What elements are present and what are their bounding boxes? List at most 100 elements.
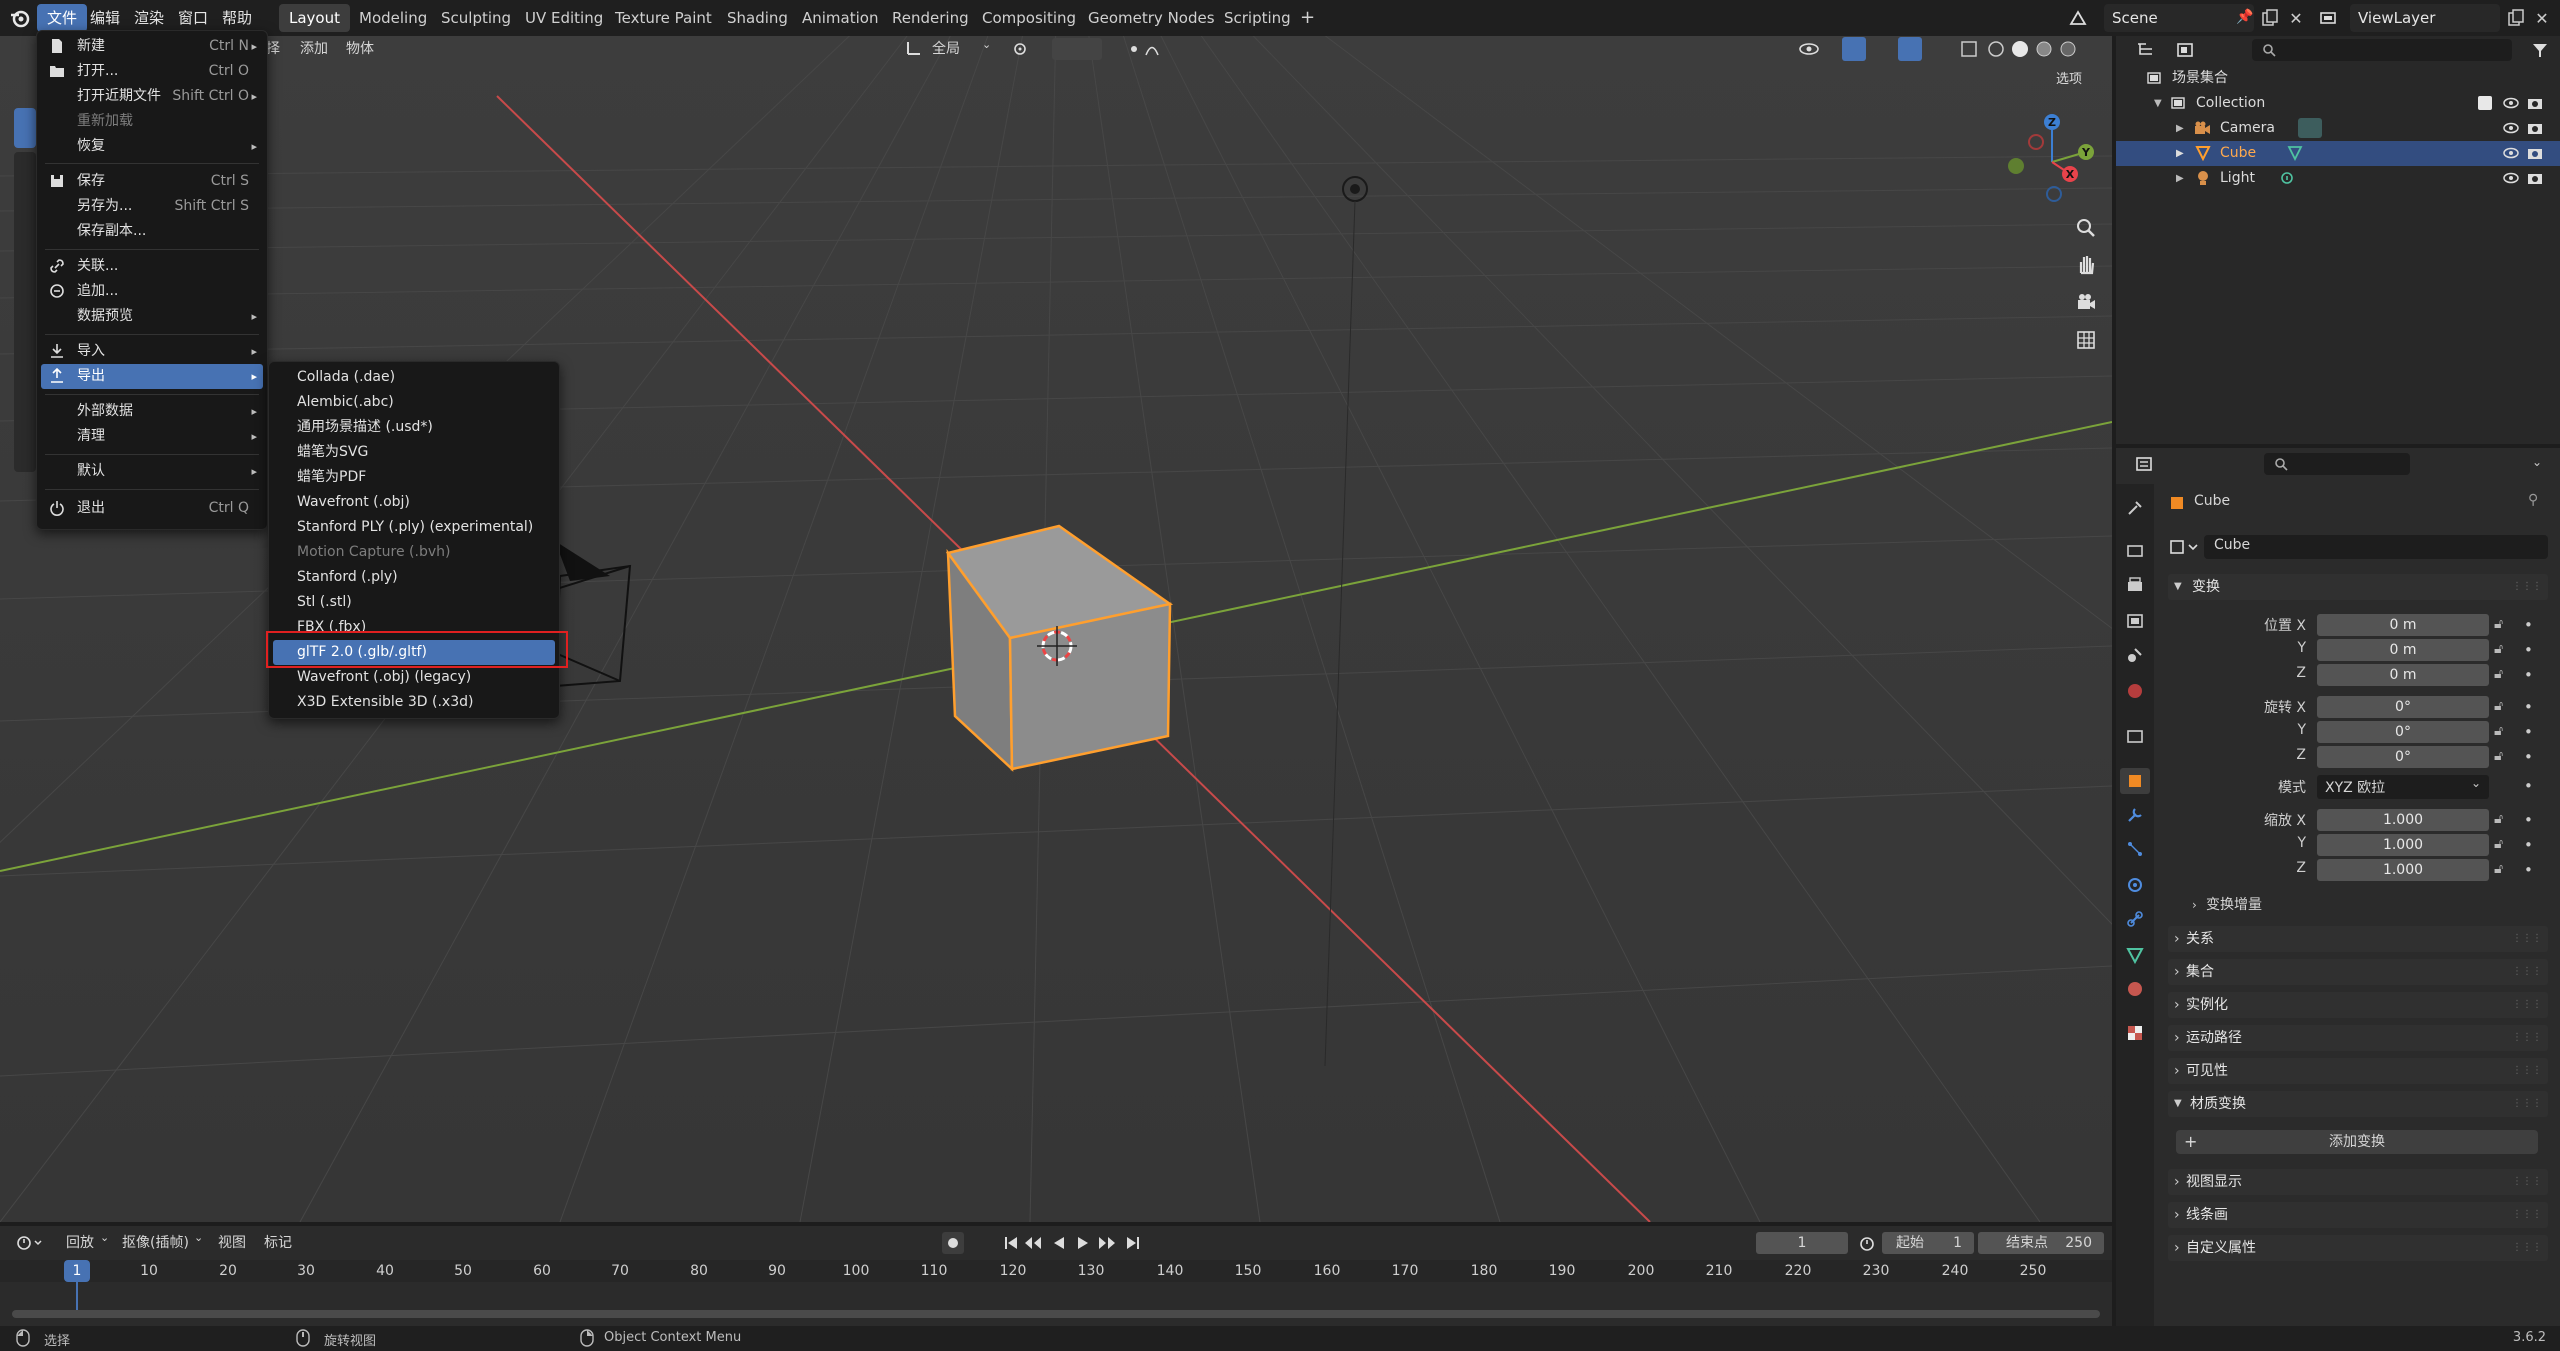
eye-icon[interactable] — [2502, 95, 2520, 111]
outliner-object-light[interactable]: ▶ Light — [2116, 166, 2560, 191]
view-layer-field[interactable]: ViewLayer — [2350, 4, 2500, 32]
drag-handle-icon[interactable]: ⋮⋮⋮ — [2512, 1235, 2542, 1261]
lock-icon[interactable]: 🔓︎ — [2494, 723, 2503, 739]
physics-tab-icon[interactable] — [2124, 874, 2146, 896]
render-tab-icon[interactable] — [2124, 540, 2146, 562]
render-camera-icon[interactable] — [2526, 170, 2544, 186]
menu-item-export[interactable]: 导出 ▸ — [41, 364, 263, 389]
eye-icon[interactable] — [2502, 170, 2520, 186]
export-wavefront-obj-legacy[interactable]: Wavefront (.obj) (legacy) — [273, 665, 555, 690]
tab-animation[interactable]: Animation — [792, 4, 888, 32]
particles-tab-icon[interactable] — [2124, 838, 2146, 860]
data-tab-icon[interactable] — [2124, 944, 2146, 966]
menu-select[interactable]: 择 — [266, 38, 280, 58]
navigation-gizmo[interactable]: Z Y X — [2000, 110, 2100, 210]
location-z-field[interactable]: 0 m — [2317, 664, 2489, 686]
lock-icon[interactable]: 🔓︎ — [2494, 861, 2503, 877]
menu-keying[interactable]: 抠像(插帧) — [122, 1232, 189, 1252]
lock-icon[interactable]: 🔓︎ — [2494, 666, 2503, 682]
export-stanford-ply-experimental[interactable]: Stanford PLY (.ply) (experimental) — [273, 515, 555, 540]
keyframe-dot-icon[interactable]: • — [2524, 641, 2533, 659]
jump-end-icon[interactable] — [1122, 1232, 1144, 1254]
tool-tab-icon[interactable] — [2124, 497, 2146, 519]
proportional-edit-icon[interactable] — [1124, 38, 1164, 60]
lock-icon[interactable]: 🔓︎ — [2494, 641, 2503, 657]
editor-type-icon[interactable] — [2134, 39, 2158, 61]
light-data-icon[interactable] — [2278, 170, 2296, 186]
tab-rendering[interactable]: Rendering — [882, 4, 979, 32]
chevron-down-icon[interactable]: ⌄ — [982, 38, 991, 51]
delta-transform-header[interactable]: › 变换增量 — [2188, 893, 2548, 917]
menu-item-link[interactable]: 关联... — [41, 254, 263, 279]
pan-hand-icon[interactable] — [2072, 250, 2100, 278]
jump-keyframe-forward-icon[interactable] — [1096, 1232, 1118, 1254]
shading-modes-icon[interactable] — [1984, 38, 2084, 60]
keyframe-dot-icon[interactable]: • — [2524, 616, 2533, 634]
scale-y-field[interactable]: 1.000 — [2317, 834, 2489, 856]
render-camera-icon[interactable] — [2526, 120, 2544, 136]
export-collada[interactable]: Collada (.dae) — [273, 365, 555, 390]
export-stanford-ply[interactable]: Stanford (.ply) — [273, 565, 555, 590]
keyframe-dot-icon[interactable]: • — [2524, 698, 2533, 716]
rotation-z-field[interactable]: 0° — [2317, 746, 2489, 768]
timeline-scrollbar[interactable] — [12, 1310, 2100, 1318]
stopwatch-icon[interactable] — [1856, 1232, 1878, 1254]
drag-handle-icon[interactable]: ⋮⋮⋮ — [2512, 1202, 2542, 1228]
filter-icon[interactable] — [2526, 39, 2554, 61]
scene-tab-icon[interactable] — [2124, 644, 2146, 666]
menu-item-save[interactable]: 保存 Ctrl S — [41, 169, 263, 194]
select-tool-button[interactable] — [14, 108, 36, 148]
drag-handle-icon[interactable]: ⋮⋮⋮ — [2512, 1091, 2542, 1117]
menu-item-import[interactable]: 导入 ▸ — [41, 339, 263, 364]
start-frame-field[interactable]: 起始 1 — [1882, 1232, 1974, 1254]
camera-data-icon[interactable] — [2298, 118, 2322, 138]
play-icon[interactable] — [1072, 1232, 1094, 1254]
rotation-mode-dropdown[interactable]: XYZ 欧拉 ⌄ — [2317, 775, 2489, 799]
menu-edit[interactable]: 编辑 — [80, 4, 130, 32]
menu-playback[interactable]: 回放 — [66, 1232, 94, 1252]
drag-handle-icon[interactable]: ⋮⋮⋮ — [2512, 926, 2542, 952]
object-tab-icon[interactable] — [2124, 770, 2146, 792]
tab-scripting[interactable]: Scripting — [1214, 4, 1301, 32]
chevron-right-icon[interactable]: ▶ — [2176, 141, 2184, 166]
collections-panel-header[interactable]: › 集合 ⋮⋮⋮ — [2168, 959, 2548, 985]
menu-object[interactable]: 物体 — [346, 38, 374, 58]
object-browse-icon[interactable] — [2166, 536, 2202, 558]
tab-compositing[interactable]: Compositing — [972, 4, 1086, 32]
add-transform-button[interactable]: + 添加变换 — [2176, 1130, 2538, 1154]
menu-item-open-recent[interactable]: 打开近期文件 Shift Ctrl O ▸ — [41, 84, 263, 109]
menu-render[interactable]: 渲染 — [124, 4, 174, 32]
visibility-panel-header[interactable]: › 可见性 ⋮⋮⋮ — [2168, 1058, 2548, 1084]
drag-handle-icon[interactable]: ⋮⋮⋮ — [2512, 992, 2542, 1018]
tab-texture-paint[interactable]: Texture Paint — [605, 4, 722, 32]
menu-marker[interactable]: 标记 — [264, 1232, 292, 1252]
outliner-search-input[interactable] — [2252, 39, 2512, 61]
lock-icon[interactable]: 🔓︎ — [2494, 748, 2503, 764]
chevron-down-icon[interactable]: ⌄ — [2532, 455, 2542, 469]
keyframe-dot-icon[interactable]: • — [2524, 836, 2533, 854]
viewport-display-panel-header[interactable]: › 视图显示 ⋮⋮⋮ — [2168, 1169, 2548, 1195]
drag-handle-icon[interactable]: ⋮⋮⋮ — [2512, 959, 2542, 985]
lock-icon[interactable]: 🔓︎ — [2494, 698, 2503, 714]
keyframe-dot-icon[interactable]: • — [2524, 811, 2533, 829]
menu-item-append[interactable]: 追加... — [41, 279, 263, 304]
lock-icon[interactable]: 🔓︎ — [2494, 811, 2503, 827]
texture-tab-icon[interactable] — [2124, 1022, 2146, 1044]
checkbox-icon[interactable] — [2478, 96, 2492, 110]
jump-keyframe-back-icon[interactable] — [1022, 1232, 1044, 1254]
drag-handle-icon[interactable]: ⋮⋮⋮ — [2512, 1025, 2542, 1051]
orientation-dropdown[interactable]: 全局 — [932, 38, 960, 58]
rotation-x-field[interactable]: 0° — [2317, 696, 2489, 718]
material-tab-icon[interactable] — [2124, 978, 2146, 1000]
menu-help[interactable]: 帮助 — [212, 4, 262, 32]
menu-item-open[interactable]: 打开... Ctrl O — [41, 59, 263, 84]
menu-item-external-data[interactable]: 外部数据 ▸ — [41, 399, 263, 424]
menu-view[interactable]: 视图 — [218, 1232, 246, 1252]
chevron-right-icon[interactable]: ▶ — [2176, 166, 2184, 191]
play-reverse-icon[interactable] — [1048, 1232, 1070, 1254]
tab-geometry-nodes[interactable]: Geometry Nodes — [1078, 4, 1225, 32]
line-art-panel-header[interactable]: › 线条画 ⋮⋮⋮ — [2168, 1202, 2548, 1228]
tab-sculpting[interactable]: Sculpting — [431, 4, 521, 32]
end-frame-field[interactable]: 结束点 250 — [1978, 1232, 2104, 1254]
menu-add[interactable]: 添加 — [300, 38, 328, 58]
